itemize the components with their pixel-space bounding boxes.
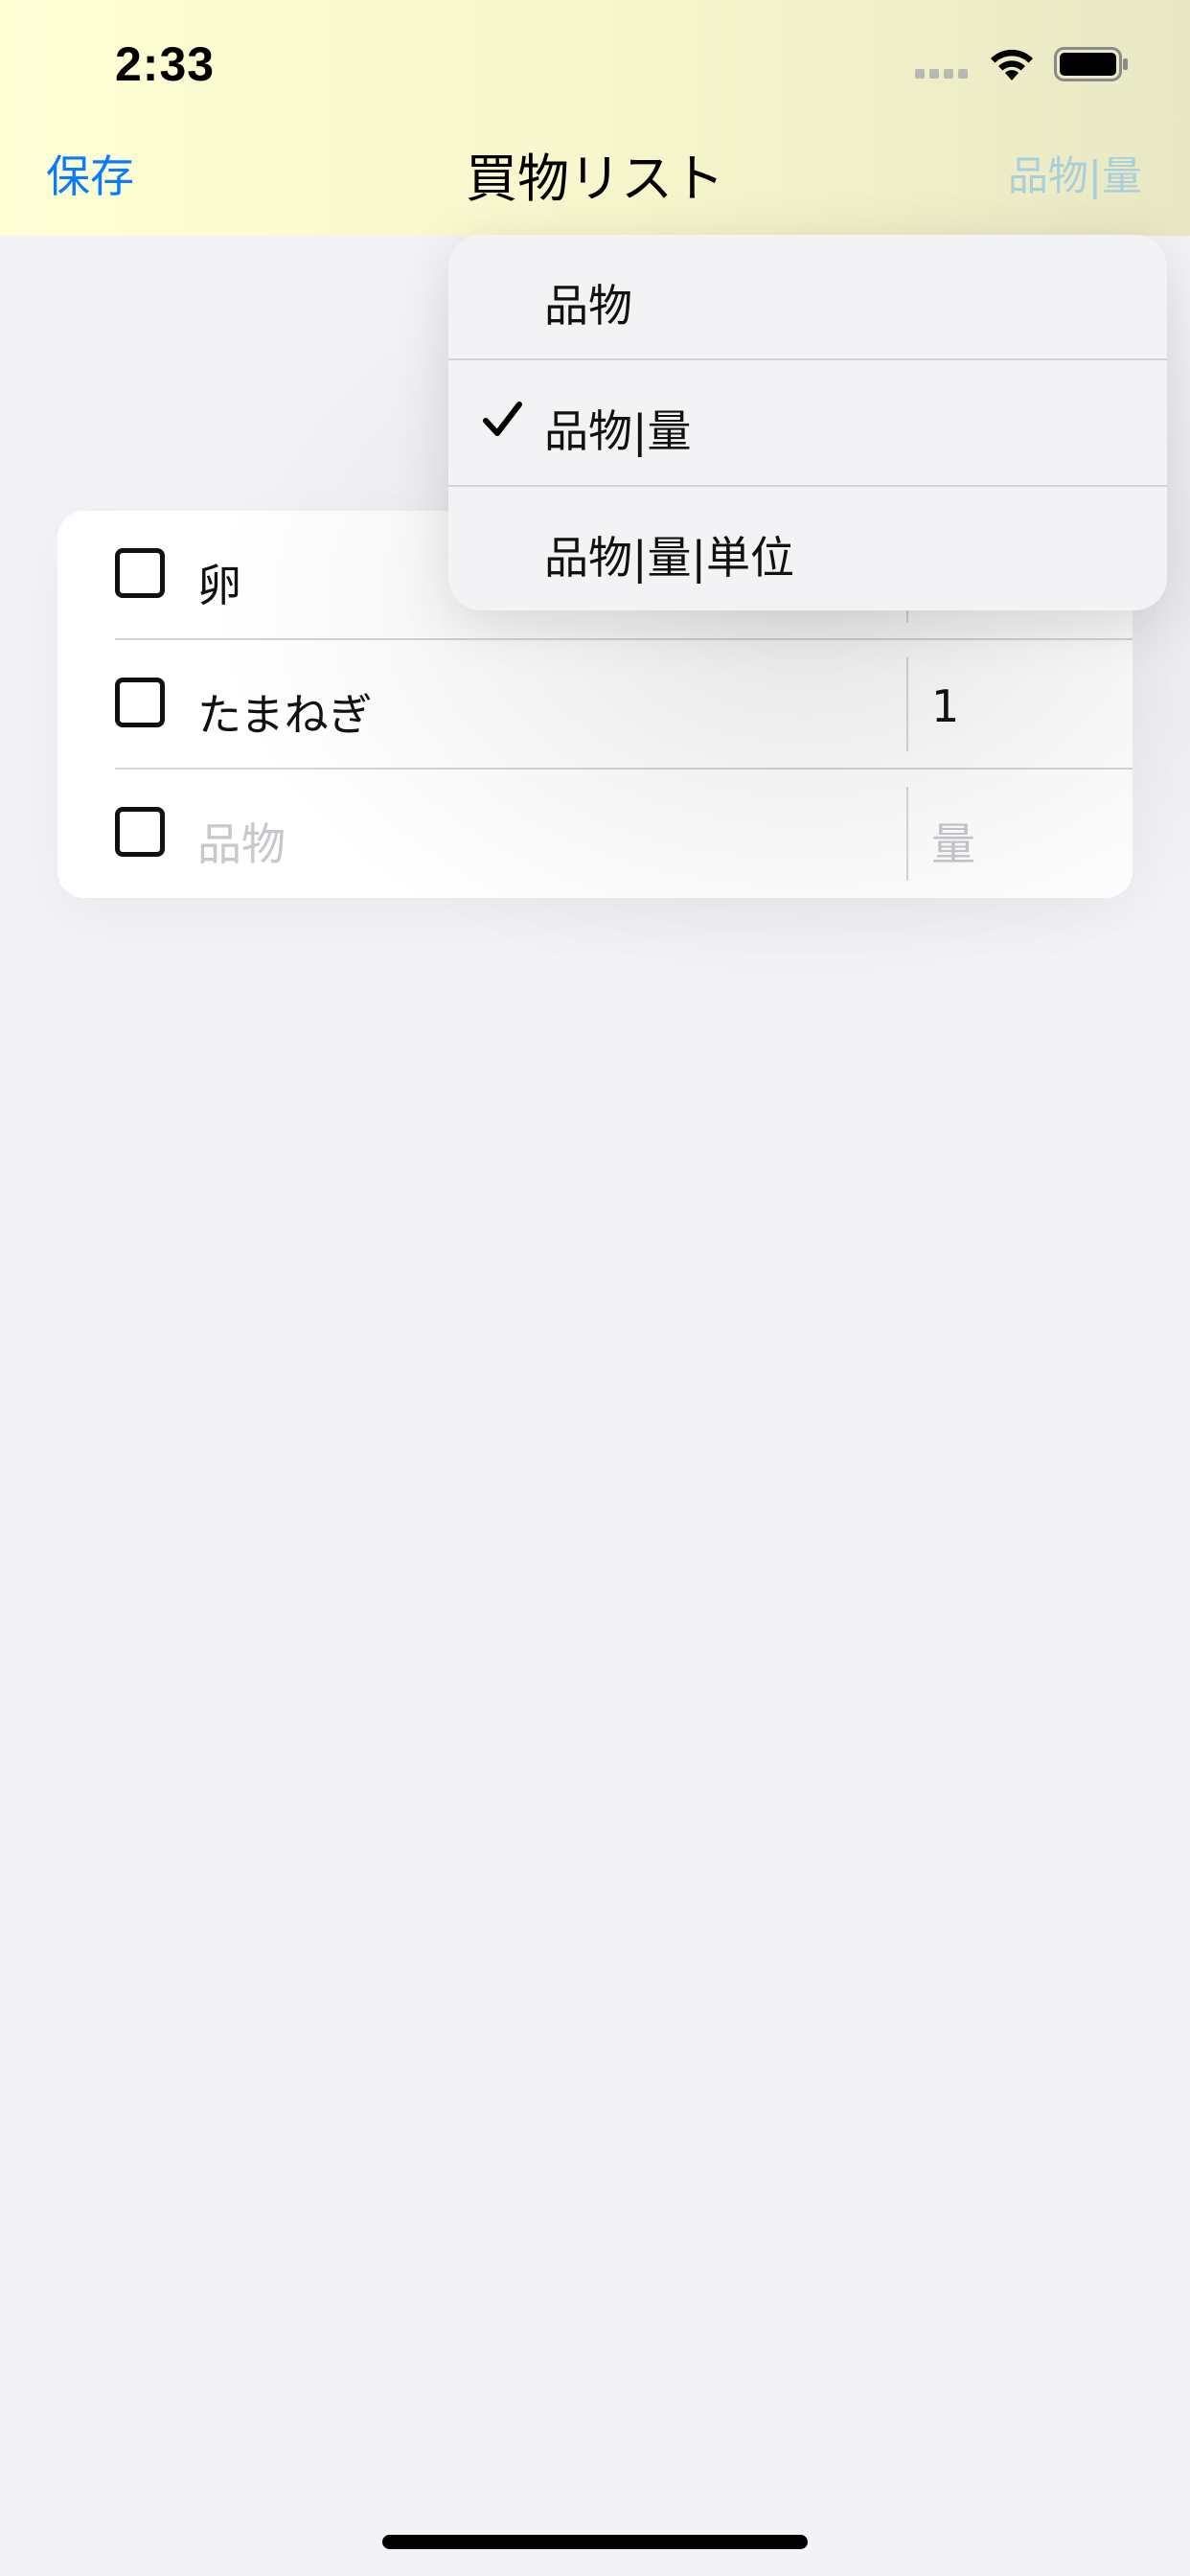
item-checkbox[interactable] [115,548,165,598]
menu-item-item[interactable]: 品物 [448,235,1167,359]
item-checkbox[interactable] [115,678,165,727]
column-divider [906,657,908,751]
menu-item-item-quantity[interactable]: 品物|量 [448,360,1167,485]
item-quantity[interactable]: 1 [931,680,959,732]
wifi-icon [991,49,1033,80]
menu-item-label: 品物|量 [544,405,692,457]
home-indicator[interactable] [382,2535,808,2549]
battery-icon [1054,47,1128,81]
new-item-quantity-input[interactable]: 量 [931,810,975,873]
menu-item-item-quantity-unit[interactable]: 品物|量|単位 [448,487,1167,610]
checkmark-icon [483,402,522,436]
item-name[interactable]: たまねぎ [197,680,373,744]
menu-item-label: 品物|量|単位 [544,532,794,584]
column-mode-menu: 品物 品物|量 品物|量|単位 [448,235,1167,610]
menu-item-label: 品物 [544,280,632,332]
list-item: たまねぎ 1 [57,640,1133,769]
new-item-name-input[interactable]: 品物 [197,810,286,873]
column-mode-button[interactable]: 品物|量 [1008,144,1142,202]
column-divider [906,787,908,881]
item-checkbox[interactable] [115,807,165,857]
cellular-signal-icon [915,69,968,79]
new-item-row: 品物 量 [57,770,1133,898]
item-name[interactable]: 卵 [197,551,241,614]
status-time: 2:33 [115,37,216,91]
